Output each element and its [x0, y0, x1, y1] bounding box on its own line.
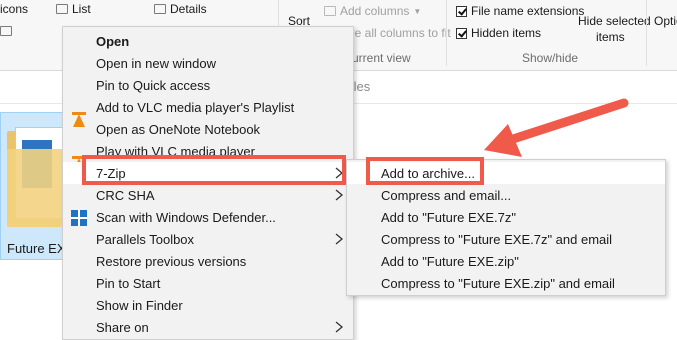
menu-item-label: Open as OneNote Notebook: [96, 122, 261, 137]
file-name-extensions-toggle[interactable]: File name extensions: [456, 4, 584, 18]
chevron-right-icon: [335, 189, 344, 201]
layout-small-icons[interactable]: [0, 26, 12, 36]
menu-item-label: Restore previous versions: [96, 254, 247, 269]
menu-item-vlc-playlist[interactable]: Add to VLC media player's Playlist: [63, 96, 353, 127]
add-columns-label: Add columns: [340, 4, 410, 18]
menu-item-open[interactable]: Open: [63, 30, 353, 52]
options-label: Optic: [654, 14, 677, 28]
submenu-item-label: Add to "Future EXE.zip": [381, 254, 519, 269]
highlight-box-7zip: [82, 155, 346, 185]
menu-item-open-new-window[interactable]: Open in new window: [63, 52, 353, 74]
current-view-group-label: urrent view: [352, 51, 411, 65]
menu-item-label: Scan with Windows Defender...: [96, 210, 276, 225]
file-name-extensions-label: File name extensions: [471, 4, 585, 18]
submenu-item-label: Compress to "Future EXE.7z" and email: [381, 232, 613, 247]
layout-details[interactable]: Details: [154, 2, 207, 16]
layout-large-icons[interactable]: icons: [0, 2, 28, 16]
details-icon: [154, 4, 166, 14]
size-columns-label: ize all columns to fit: [346, 26, 451, 40]
menu-item-crc-sha[interactable]: CRC SHA: [63, 184, 353, 206]
checkbox-checked-icon: [456, 27, 467, 39]
menu-item-pin-to-start[interactable]: Pin to Start: [63, 272, 353, 294]
list-icon: [56, 4, 68, 14]
submenu-item-label: Add to "Future EXE.7z": [381, 210, 516, 225]
menu-item-label: Share on: [96, 320, 149, 335]
hidden-items-label: Hidden items: [471, 26, 542, 40]
chevron-right-icon: [335, 321, 344, 333]
menu-item-label: Add to VLC media player's Playlist: [96, 100, 295, 115]
menu-item-label: CRC SHA: [96, 188, 155, 203]
submenu-item-label: Compress and email...: [381, 188, 512, 203]
menu-item-share-on[interactable]: Share on: [63, 316, 353, 338]
menu-item-show-in-finder[interactable]: Show in Finder: [63, 294, 353, 316]
size-columns-button[interactable]: ize all columns to fit: [346, 26, 451, 40]
layout-label-details: Details: [170, 2, 207, 16]
checkbox-checked-icon: [456, 5, 467, 17]
submenu-item-add-zip[interactable]: Add to "Future EXE.zip": [347, 250, 665, 272]
submenu-item-compress-zip-email[interactable]: Compress to "Future EXE.zip" and email: [347, 272, 665, 294]
options-button[interactable]: Optic: [654, 14, 677, 28]
chevron-down-icon: ▼: [413, 6, 422, 16]
menu-item-label: Pin to Start: [96, 276, 161, 291]
submenu-item-compress-7z-email[interactable]: Compress to "Future EXE.7z" and email: [347, 228, 665, 250]
hidden-items-toggle[interactable]: Hidden items: [456, 26, 541, 40]
add-columns-button[interactable]: Add columns ▼: [324, 4, 421, 18]
submenu-item-add-7z[interactable]: Add to "Future EXE.7z": [347, 206, 665, 228]
ribbon-separator: [646, 0, 647, 66]
menu-item-parallels-toolbox[interactable]: Parallels Toolbox: [63, 228, 353, 250]
layout-list[interactable]: List: [56, 2, 91, 16]
layout-label-list: List: [72, 2, 91, 16]
ribbon-separator: [446, 0, 447, 66]
menu-item-onenote[interactable]: Open as OneNote Notebook: [63, 118, 353, 140]
layout-label-icons: icons: [0, 2, 29, 16]
menu-item-label: Show in Finder: [96, 298, 183, 313]
menu-item-label: Open in new window: [96, 56, 216, 71]
small-icons-icon: [0, 26, 12, 36]
file-item[interactable]: Future EXE: [0, 112, 74, 260]
windows-defender-icon: [71, 210, 87, 226]
submenu-item-compress-email[interactable]: Compress and email...: [347, 184, 665, 206]
show-hide-group-label: Show/hide: [522, 51, 579, 65]
hide-selected-label: Hide selected: [578, 14, 651, 28]
menu-item-pin-quick-access[interactable]: Pin to Quick access: [63, 74, 353, 96]
menu-item-label: Pin to Quick access: [96, 78, 211, 93]
hide-selected-label-line2: items: [596, 30, 625, 44]
chevron-right-icon: [335, 233, 344, 245]
highlight-box-add-to-archive: [366, 157, 484, 185]
hide-selected-items-button[interactable]: Hide selected items: [578, 14, 651, 44]
submenu-item-label: Compress to "Future EXE.zip" and email: [381, 276, 615, 291]
vlc-icon: [71, 100, 87, 127]
folder-icon: [7, 127, 63, 227]
menu-item-label: Parallels Toolbox: [96, 232, 195, 247]
menu-item-windows-defender[interactable]: Scan with Windows Defender...: [63, 206, 353, 228]
menu-item-label: Open: [96, 34, 130, 49]
menu-item-restore-versions[interactable]: Restore previous versions: [63, 250, 353, 272]
add-columns-icon: [324, 6, 336, 16]
